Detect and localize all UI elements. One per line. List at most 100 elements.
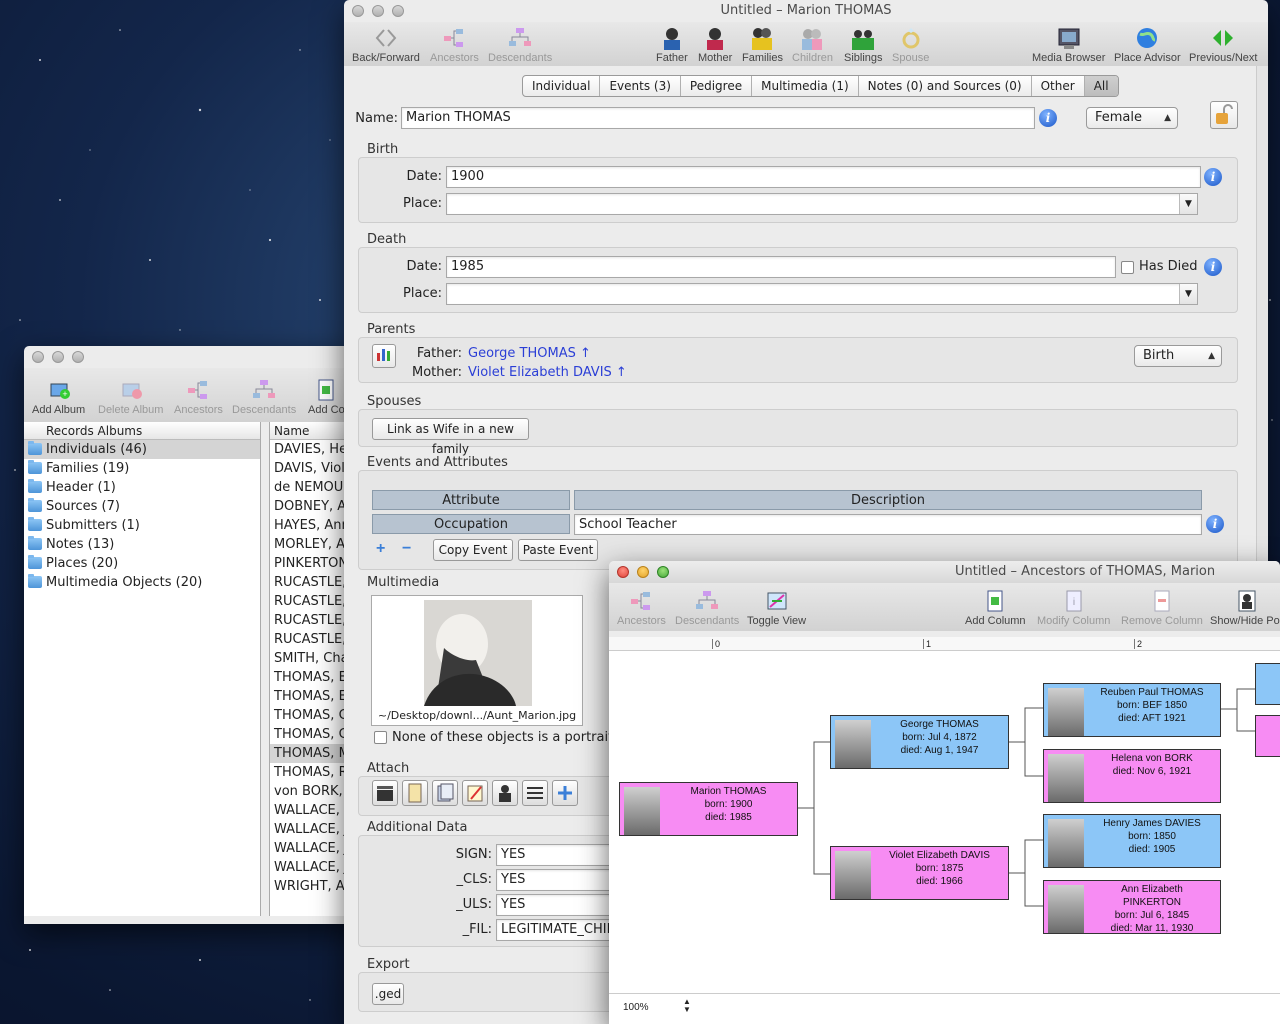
back-forward-button[interactable]: Back/Forward <box>352 26 420 64</box>
remove-event-icon[interactable]: − <box>402 540 411 558</box>
album-item[interactable]: Sources (7) <box>24 497 260 516</box>
event-attribute-cell[interactable]: Occupation <box>372 514 570 534</box>
chevron-down-icon[interactable]: ▼ <box>1179 194 1197 214</box>
chevron-down-icon[interactable]: ▼ <box>1179 284 1197 304</box>
minimize-button[interactable] <box>372 5 384 17</box>
event-info-icon[interactable]: i <box>1206 515 1224 533</box>
family-chart-button[interactable] <box>372 344 396 368</box>
tab-individual[interactable]: Individual <box>523 76 601 96</box>
add-event-icon[interactable]: + <box>376 540 385 558</box>
no-portrait-checkbox[interactable] <box>374 731 387 744</box>
death-info-icon[interactable]: i <box>1204 258 1222 276</box>
has-died-checkbox[interactable] <box>1121 261 1134 274</box>
additional-value-field[interactable]: LEGITIMATE_CHILD <box>496 919 626 941</box>
additional-value-field[interactable]: YES <box>496 869 626 891</box>
link-wife-button[interactable]: Link as Wife in a new family <box>372 418 529 456</box>
tab-all[interactable]: All <box>1084 76 1118 96</box>
album-item[interactable]: Header (1) <box>24 478 260 497</box>
descendants-button[interactable]: Descendants <box>675 589 739 627</box>
zoom-button[interactable] <box>392 5 404 17</box>
add-column-button[interactable]: Add Co <box>308 378 345 416</box>
attach-add-button[interactable] <box>552 780 578 806</box>
event-description-field[interactable]: School Teacher <box>574 514 1202 535</box>
paste-event-button[interactable]: Paste Event <box>518 539 598 561</box>
additional-value-field[interactable]: YES <box>496 844 626 866</box>
attach-address-button[interactable] <box>522 780 548 806</box>
additional-value-field[interactable]: YES <box>496 894 626 916</box>
ancestors-button[interactable]: Ancestors <box>430 26 479 64</box>
father-button[interactable]: Father <box>656 26 688 64</box>
node-george-thomas[interactable]: George THOMAS born: Jul 4, 1872 died: Aug … <box>830 715 1009 769</box>
mother-button[interactable]: Mother <box>698 26 732 64</box>
descendants-button[interactable]: Descendants <box>488 26 552 64</box>
relation-popup[interactable]: Birth ▲ <box>1134 345 1222 367</box>
copy-event-button[interactable]: Copy Event <box>433 539 513 561</box>
name-field[interactable]: Marion THOMAS <box>401 107 1035 129</box>
remove-column-button[interactable]: Remove Column <box>1121 589 1203 627</box>
album-item[interactable]: Multimedia Objects (20) <box>24 573 260 592</box>
ancestors-button[interactable]: Ancestors <box>617 589 666 627</box>
node-violet-davis[interactable]: Violet Elizabeth DAVIS born: 1875 died: 19… <box>830 846 1009 900</box>
events-col-attribute[interactable]: Attribute <box>372 490 570 510</box>
tab-other[interactable]: Other <box>1032 76 1085 96</box>
media-browser-button[interactable]: Media Browser <box>1032 26 1105 64</box>
close-button[interactable] <box>352 5 364 17</box>
tab-notes-sources[interactable]: Notes (0) and Sources (0) <box>859 76 1032 96</box>
node-marion-thomas[interactable]: Marion THOMAS born: 1900 died: 1985 <box>619 782 798 836</box>
mother-link[interactable]: Violet Elizabeth DAVIS ↑ <box>468 365 627 380</box>
node-partial-male[interactable] <box>1255 663 1280 705</box>
node-partial-female[interactable] <box>1255 715 1280 757</box>
albums-header[interactable]: Records Albums <box>24 422 260 440</box>
tab-pedigree[interactable]: Pedigree <box>681 76 753 96</box>
show-hide-portraits-button[interactable]: Show/Hide Por <box>1210 589 1280 627</box>
spouse-button[interactable]: Spouse <box>892 26 929 64</box>
children-button[interactable]: Children <box>792 26 833 64</box>
place-advisor-button[interactable]: Place Advisor <box>1114 26 1181 64</box>
album-item[interactable]: Submitters (1) <box>24 516 260 535</box>
birth-date-field[interactable]: 1900 <box>446 166 1201 188</box>
node-reuben-thomas[interactable]: Reuben Paul THOMAS born: BEF 1850 died: AF… <box>1043 683 1221 737</box>
album-item[interactable]: Places (20) <box>24 554 260 573</box>
sex-popup[interactable]: Female ▲ <box>1086 107 1178 129</box>
node-helena-von-bork[interactable]: Helena von BORK died: Nov 6, 1921 <box>1043 749 1221 803</box>
ancestors-button[interactable]: Ancestors <box>174 378 223 416</box>
attach-note-button[interactable] <box>402 780 428 806</box>
name-info-icon[interactable]: i <box>1039 109 1057 127</box>
families-button[interactable]: Families <box>742 26 783 64</box>
attach-person-button[interactable] <box>492 780 518 806</box>
multimedia-frame[interactable]: ~/Desktop/downl.../Aunt_Marion.jpg <box>371 595 583 726</box>
descendants-button[interactable]: Descendants <box>232 378 296 416</box>
attach-edit-button[interactable] <box>462 780 488 806</box>
death-place-field[interactable]: ▼ <box>446 283 1198 305</box>
minimize-button[interactable] <box>52 351 64 363</box>
delete-album-button[interactable]: Delete Album <box>98 378 163 416</box>
album-item[interactable]: Individuals (46) <box>24 440 260 459</box>
node-henry-davies[interactable]: Henry James DAVIES born: 1850 died: 1905 <box>1043 814 1221 868</box>
events-col-description[interactable]: Description <box>574 490 1202 510</box>
close-button[interactable] <box>617 566 629 578</box>
album-item[interactable]: Families (19) <box>24 459 260 478</box>
father-link[interactable]: George THOMAS ↑ <box>468 346 591 361</box>
updown-arrows-icon[interactable]: ▲ ▼ <box>683 998 691 1014</box>
zoom-level[interactable]: 100% <box>623 1002 649 1013</box>
death-date-field[interactable]: 1985 <box>446 256 1116 278</box>
tab-multimedia[interactable]: Multimedia (1) <box>752 76 859 96</box>
attach-media-button[interactable] <box>372 780 398 806</box>
close-button[interactable] <box>32 351 44 363</box>
add-column-button[interactable]: Add Column <box>965 589 1026 627</box>
attach-source-button[interactable] <box>432 780 458 806</box>
node-ann-pinkerton[interactable]: Ann Elizabeth PINKERTON born: Jul 6, 1845 d… <box>1043 880 1221 934</box>
previous-next-button[interactable]: Previous/Next <box>1189 26 1257 64</box>
siblings-button[interactable]: Siblings <box>844 26 883 64</box>
modify-column-button[interactable]: i Modify Column <box>1037 589 1110 627</box>
birth-info-icon[interactable]: i <box>1204 168 1222 186</box>
zoom-button[interactable] <box>72 351 84 363</box>
album-item[interactable]: Notes (13) <box>24 535 260 554</box>
zoom-button[interactable] <box>657 566 669 578</box>
minimize-button[interactable] <box>637 566 649 578</box>
birth-place-field[interactable]: ▼ <box>446 193 1198 215</box>
add-album-button[interactable]: + Add Album <box>32 378 85 416</box>
tab-events[interactable]: Events (3) <box>600 76 681 96</box>
export-ged-button[interactable]: .ged <box>372 983 404 1005</box>
lock-button[interactable] <box>1210 101 1238 129</box>
